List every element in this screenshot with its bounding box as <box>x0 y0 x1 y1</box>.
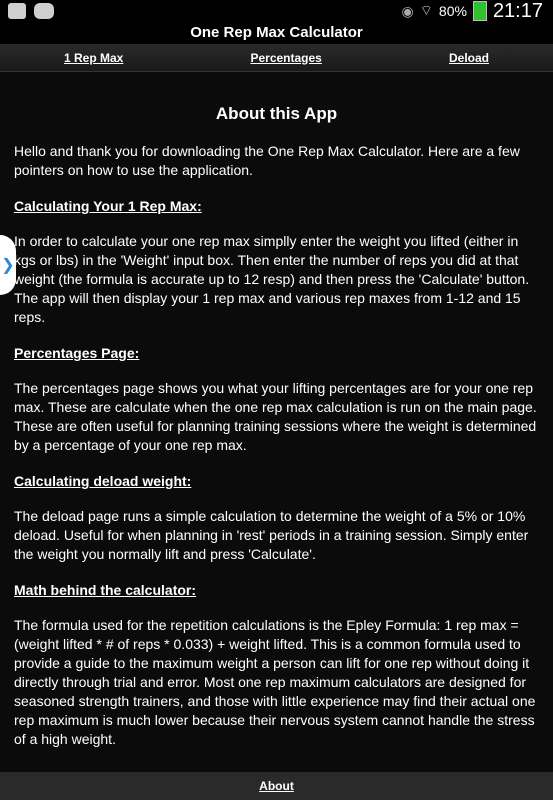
tab-deload[interactable]: Deload <box>449 51 489 65</box>
chevron-right-icon: ❯ <box>1 257 15 274</box>
section-heading-calculating: Calculating Your 1 Rep Max: <box>14 198 202 214</box>
status-bar: ◉ ⌔ 80% 21:17 <box>0 0 553 22</box>
tab-percentages[interactable]: Percentages <box>250 51 321 65</box>
about-tab[interactable]: About <box>259 779 294 793</box>
section-body-math: The formula used for the repetition calc… <box>14 617 536 747</box>
battery-icon <box>472 1 487 21</box>
section-heading-percentages: Percentages Page: <box>14 345 140 361</box>
about-content[interactable]: About this App Hello and thank you for d… <box>0 72 553 772</box>
intro-text: Hello and thank you for downloading the … <box>14 143 520 178</box>
bottom-bar: About <box>0 772 553 800</box>
status-right: ◉ ⌔ 80% 21:17 <box>402 0 553 23</box>
eye-icon: ◉ <box>401 2 414 19</box>
battery-percent: 80% <box>438 3 467 19</box>
app-title: One Rep Max Calculator <box>0 22 553 44</box>
page-title: About this App <box>215 104 338 123</box>
section-body-percentages: The percentages page shows you what your… <box>14 380 537 453</box>
side-panel-handle[interactable]: ❯ <box>0 235 16 295</box>
tab-bar: 1 Rep Max Percentages Deload <box>0 44 553 72</box>
section-body-deload: The deload page runs a simple calculatio… <box>14 508 529 562</box>
section-heading-math: Math behind the calculator: <box>14 582 197 598</box>
status-left-icons <box>0 3 54 19</box>
app-notification-icon <box>34 3 54 19</box>
section-heading-deload: Calculating deload weight: <box>14 473 192 489</box>
gallery-notification-icon <box>8 3 26 19</box>
clock: 21:17 <box>492 0 543 22</box>
section-body-calculating: In order to calculate your one rep max s… <box>14 233 530 325</box>
tab-1-rep-max[interactable]: 1 Rep Max <box>64 51 123 65</box>
wifi-icon: ⌔ <box>419 2 433 18</box>
